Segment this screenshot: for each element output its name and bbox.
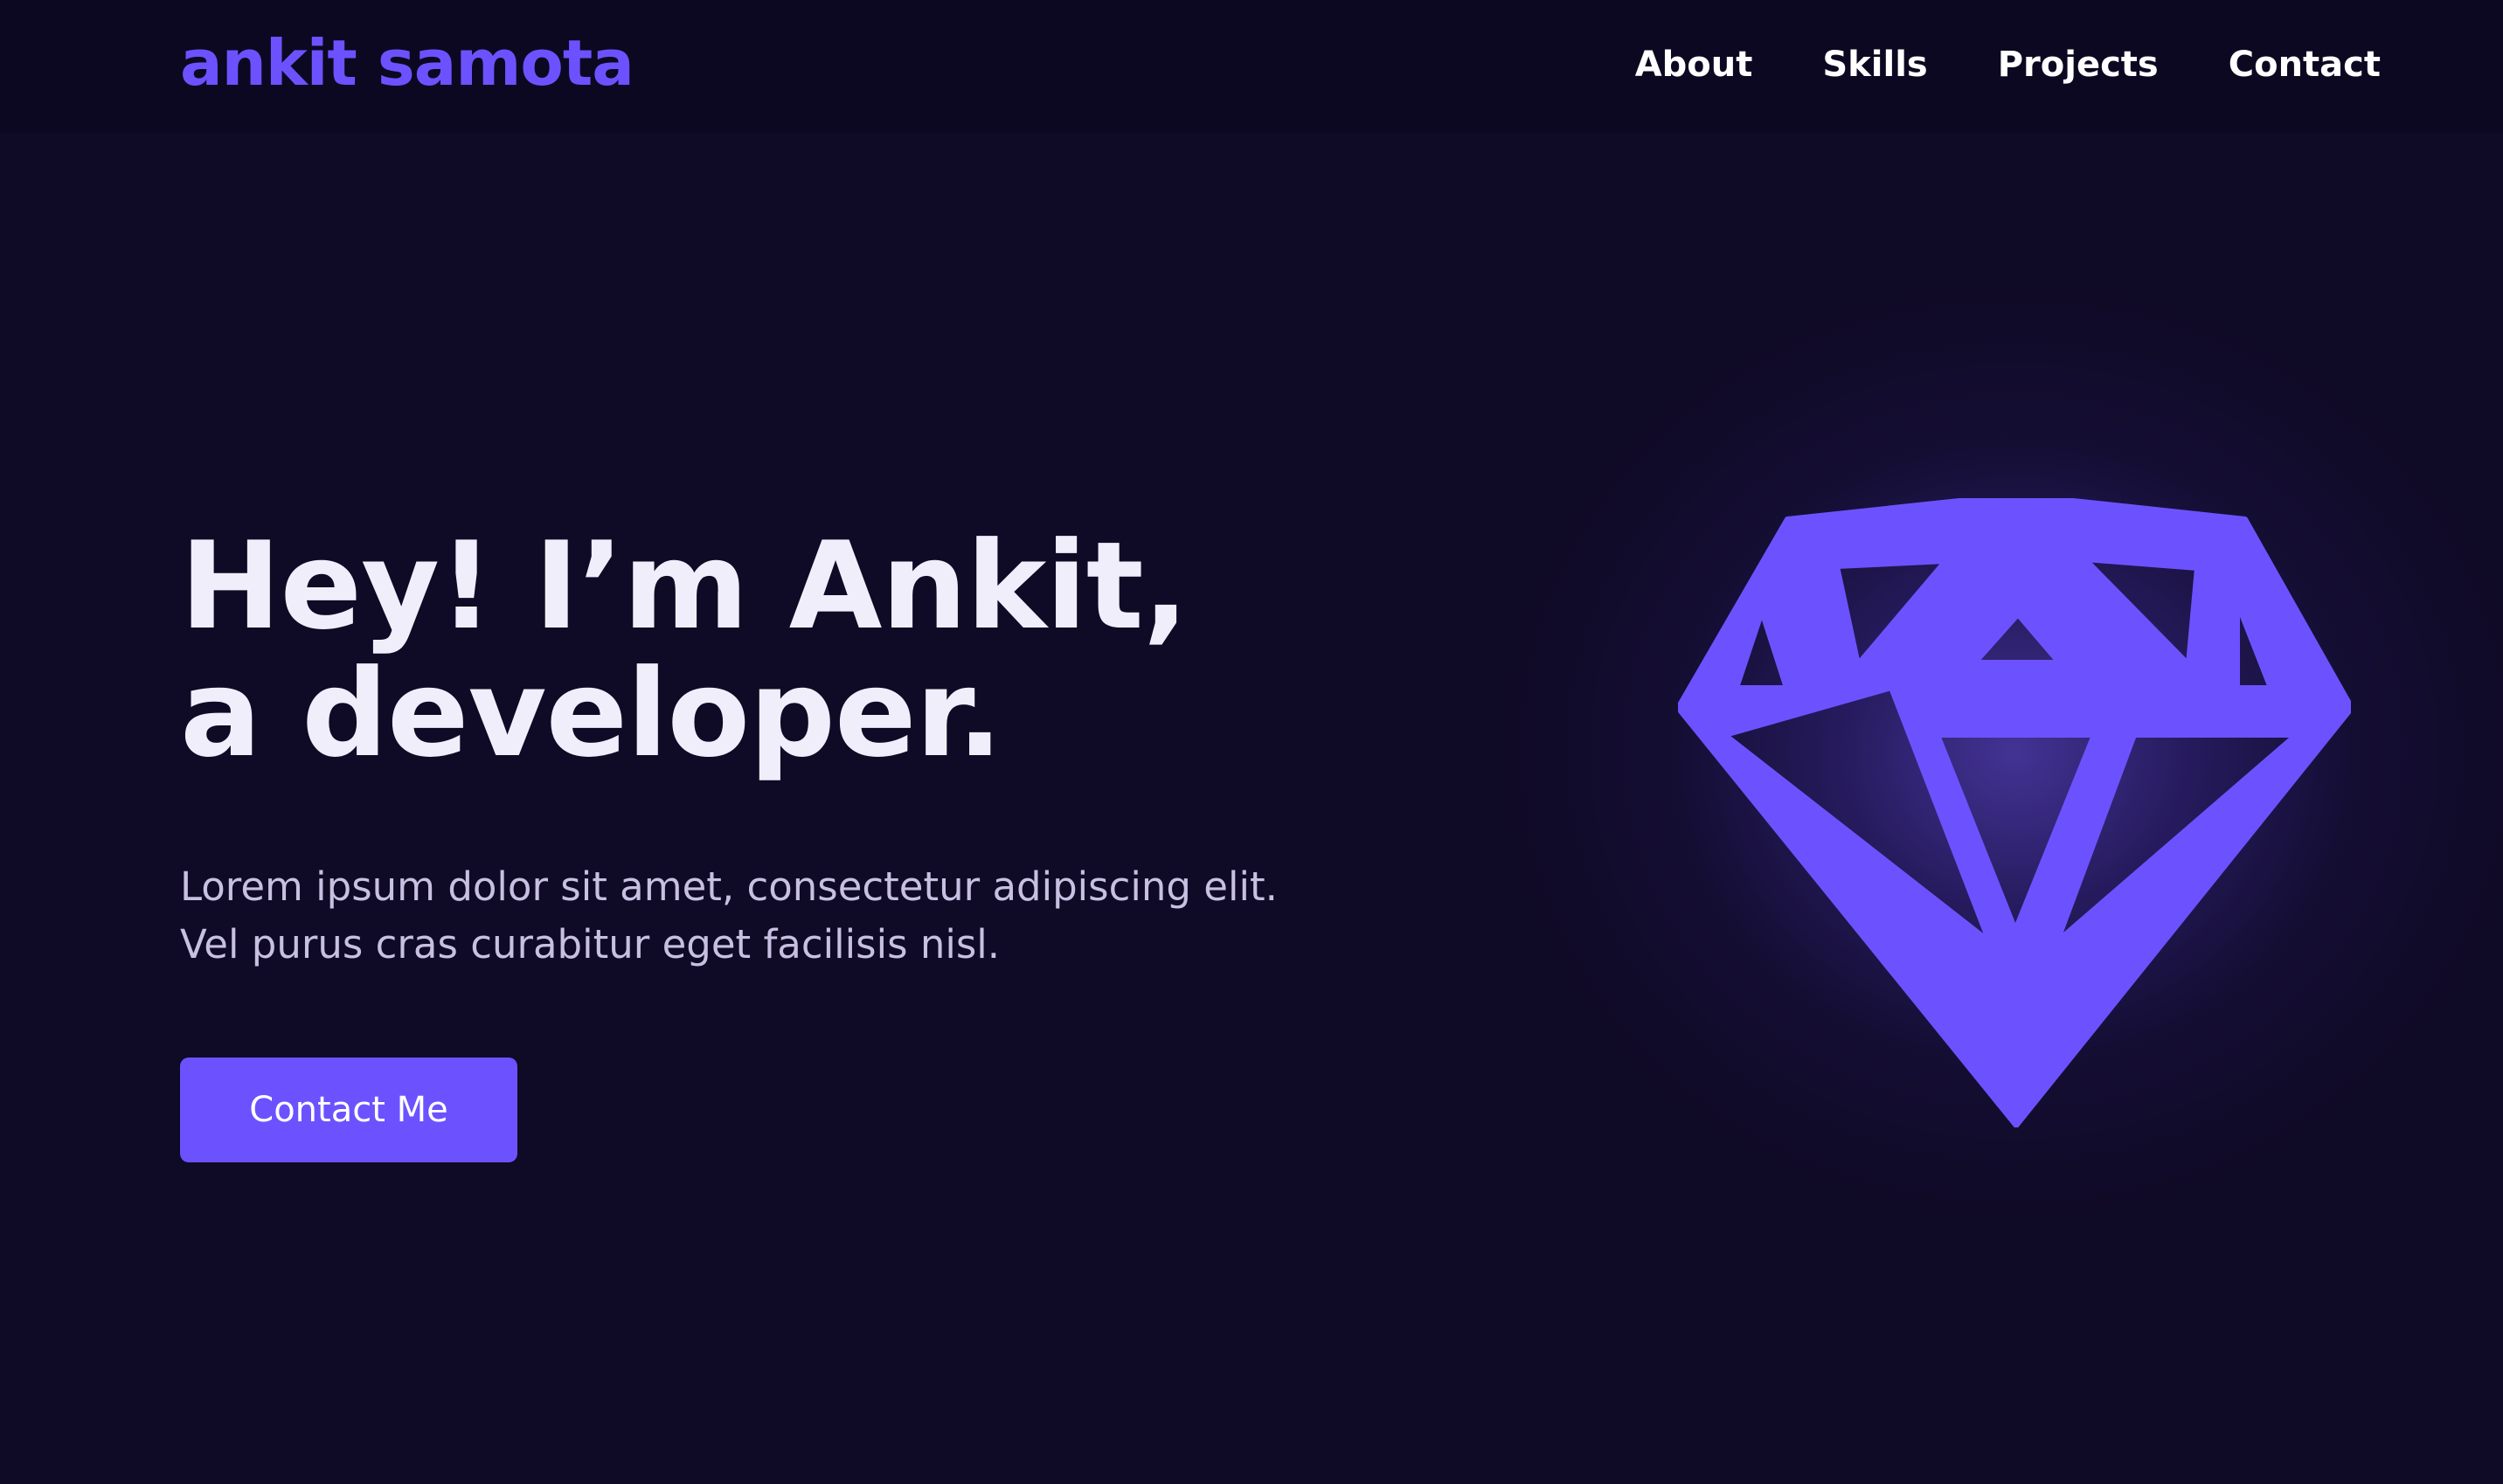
hero-description: Lorem ipsum dolor sit amet, consectetur …: [180, 858, 1278, 974]
hero-description-line-2: Vel purus cras curabitur eget facilisis …: [180, 921, 1001, 967]
nav-link-contact[interactable]: Contact: [2229, 38, 2381, 91]
main-nav: About Skills Projects Contact: [1635, 38, 2381, 91]
hero-description-line-1: Lorem ipsum dolor sit amet, consectetur …: [180, 863, 1278, 910]
diamond-icon: [1678, 498, 2351, 1127]
brand-logo[interactable]: ankit samota: [180, 21, 634, 105]
hero-title-line-2: a developer.: [180, 643, 1002, 784]
nav-link-about[interactable]: About: [1635, 38, 1753, 91]
nav-link-skills[interactable]: Skills: [1822, 38, 1927, 91]
top-navigation-bar: ankit samota About Skills Projects Conta…: [0, 0, 2503, 133]
contact-me-button[interactable]: Contact Me: [180, 1058, 517, 1162]
nav-link-projects[interactable]: Projects: [1998, 38, 2159, 91]
hero-title: Hey! I’m Ankit, a developer.: [180, 516, 1189, 784]
hero-title-line-1: Hey! I’m Ankit,: [180, 516, 1189, 656]
